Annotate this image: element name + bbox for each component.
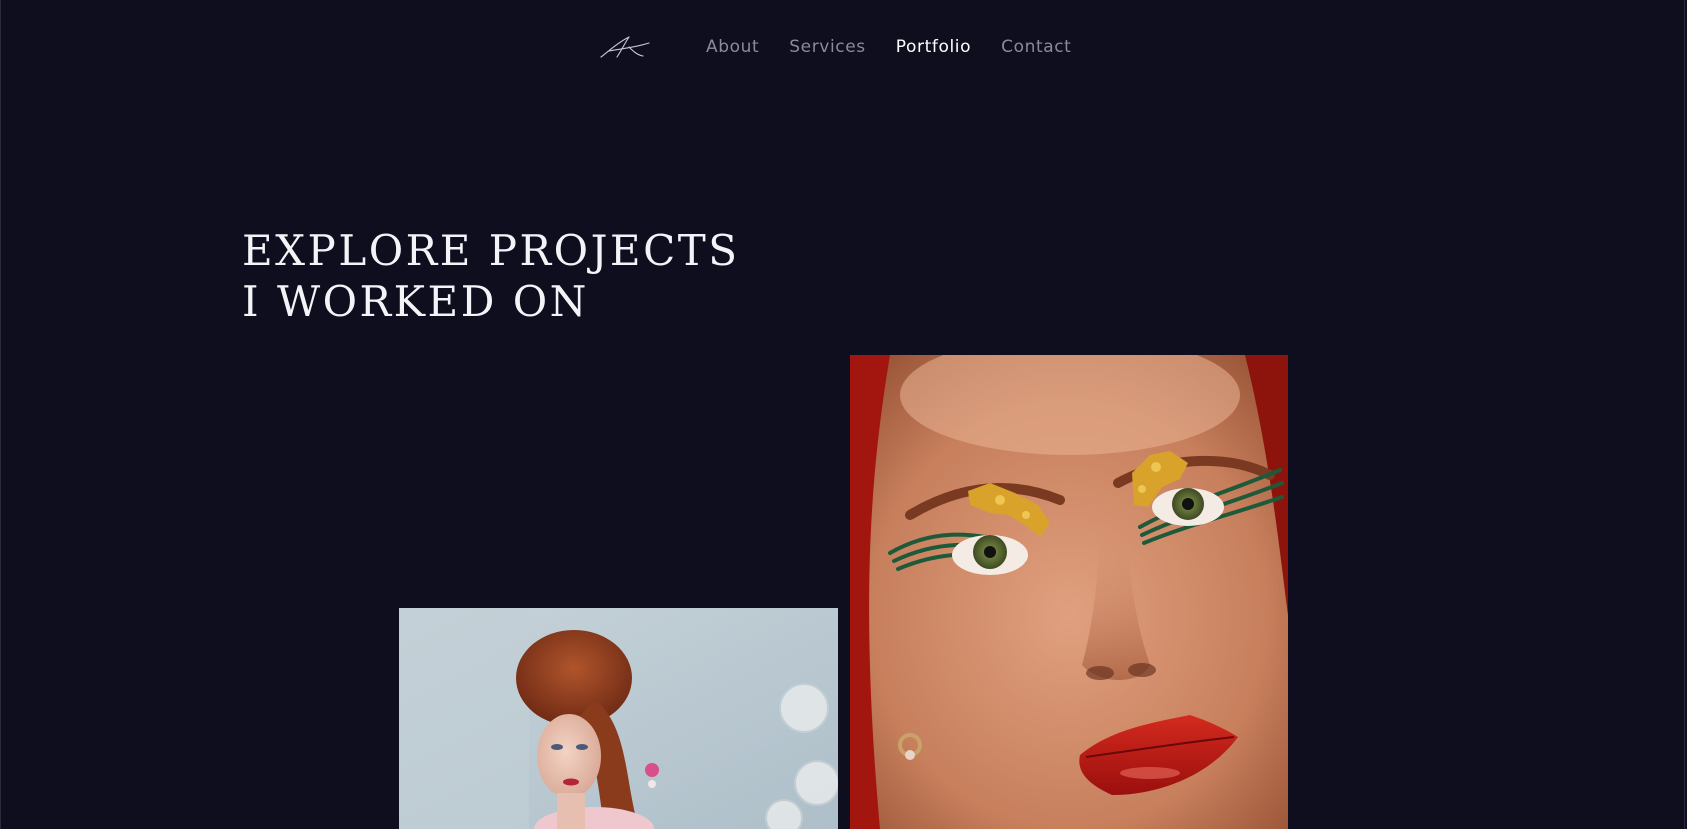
- gold-leaf-eye-makeup-image: [850, 355, 1288, 829]
- nav-services[interactable]: Services: [789, 36, 866, 58]
- page-title-line-1: EXPLORE PROJECTS: [242, 226, 740, 275]
- project-card-period-portrait[interactable]: [399, 608, 838, 829]
- project-card-gold-leaf-makeup[interactable]: [850, 355, 1288, 829]
- nav-portfolio[interactable]: Portfolio: [896, 36, 971, 58]
- nav-about[interactable]: About: [706, 36, 759, 58]
- nav-contact[interactable]: Contact: [1001, 36, 1071, 58]
- page-title: EXPLORE PROJECTS I WORKED ON: [242, 225, 740, 327]
- logo-link[interactable]: [599, 33, 651, 61]
- main-nav: About Services Portfolio Contact: [706, 36, 1101, 58]
- page-frame: [0, 0, 1685, 829]
- page-title-line-2: I WORKED ON: [242, 277, 589, 326]
- period-portrait-redhead-image: [399, 608, 838, 829]
- signature-logo-icon: [600, 36, 650, 58]
